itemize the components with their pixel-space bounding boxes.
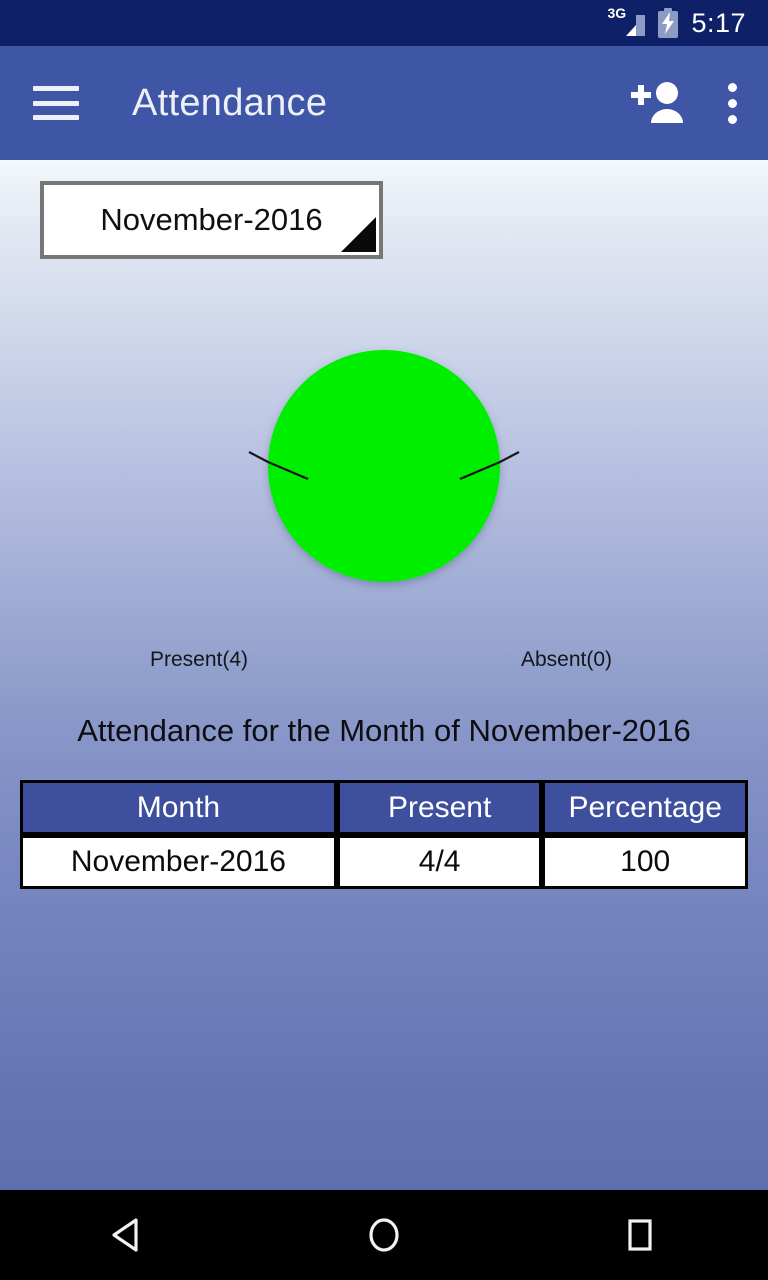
table-header-present: Present bbox=[336, 780, 543, 835]
add-person-icon[interactable] bbox=[630, 79, 686, 127]
add-person-glyph bbox=[631, 82, 683, 123]
table-row: November-2016 4/4 100 bbox=[20, 835, 748, 889]
attendance-caption: Attendance for the Month of November-201… bbox=[77, 713, 691, 748]
status-bar: 3G 5:17 bbox=[0, 0, 768, 46]
month-spinner-value: November-2016 bbox=[100, 202, 323, 237]
signal-bars-dim-shape bbox=[636, 15, 646, 36]
status-bar-clock: 5:17 bbox=[691, 8, 746, 38]
attendance-table: Month Present Percentage November-2016 4… bbox=[20, 780, 748, 889]
status-bar-right: 3G 5:17 bbox=[607, 5, 746, 38]
month-spinner[interactable]: November-2016 bbox=[40, 181, 383, 259]
table-cell-month: November-2016 bbox=[20, 835, 337, 889]
recents-square-icon[interactable] bbox=[580, 1190, 700, 1280]
network-type-label: 3G bbox=[607, 5, 627, 21]
dropdown-triangle-icon bbox=[341, 217, 376, 252]
battery-charging-icon bbox=[658, 8, 679, 38]
pie-chart-svg bbox=[248, 350, 520, 582]
table-header-month: Month bbox=[20, 780, 337, 835]
recents-glyph bbox=[628, 1219, 652, 1251]
home-glyph bbox=[369, 1218, 399, 1252]
pie-slice-present bbox=[268, 350, 500, 582]
hamburger-menu-icon[interactable] bbox=[33, 86, 79, 120]
back-triangle-icon[interactable] bbox=[68, 1190, 188, 1280]
home-circle-icon[interactable] bbox=[324, 1190, 444, 1280]
app-toolbar: Attendance bbox=[0, 46, 768, 160]
hamburger-line-1 bbox=[33, 86, 79, 91]
pie-label-absent: Absent(0) bbox=[521, 648, 613, 671]
charging-bolt-shape bbox=[662, 12, 675, 34]
attendance-pie-chart: Present(4) Absent(0) bbox=[0, 340, 768, 671]
android-navigation-bar bbox=[0, 1190, 768, 1280]
table-cell-percentage: 100 bbox=[542, 835, 748, 889]
overflow-menu-icon[interactable] bbox=[726, 79, 738, 127]
table-cell-present: 4/4 bbox=[336, 835, 543, 889]
phone-screen: 3G 5:17 Attendance November-2016 Present… bbox=[0, 0, 768, 1280]
main-content: November-2016 Present(4) Absent(0) Atten… bbox=[0, 160, 768, 1190]
overflow-dot-3 bbox=[727, 114, 737, 124]
back-glyph bbox=[112, 1218, 138, 1252]
table-header-percentage: Percentage bbox=[542, 780, 748, 835]
page-title: Attendance bbox=[132, 81, 328, 124]
toolbar-actions bbox=[630, 79, 768, 127]
table-header-row: Month Present Percentage bbox=[20, 780, 748, 835]
overflow-dot-2 bbox=[727, 98, 737, 108]
overflow-dot-1 bbox=[727, 82, 737, 92]
pie-label-present: Present(4) bbox=[150, 648, 249, 671]
hamburger-line-3 bbox=[33, 115, 79, 120]
hamburger-line-2 bbox=[33, 100, 79, 106]
signal-3g-icon: 3G bbox=[607, 5, 646, 38]
